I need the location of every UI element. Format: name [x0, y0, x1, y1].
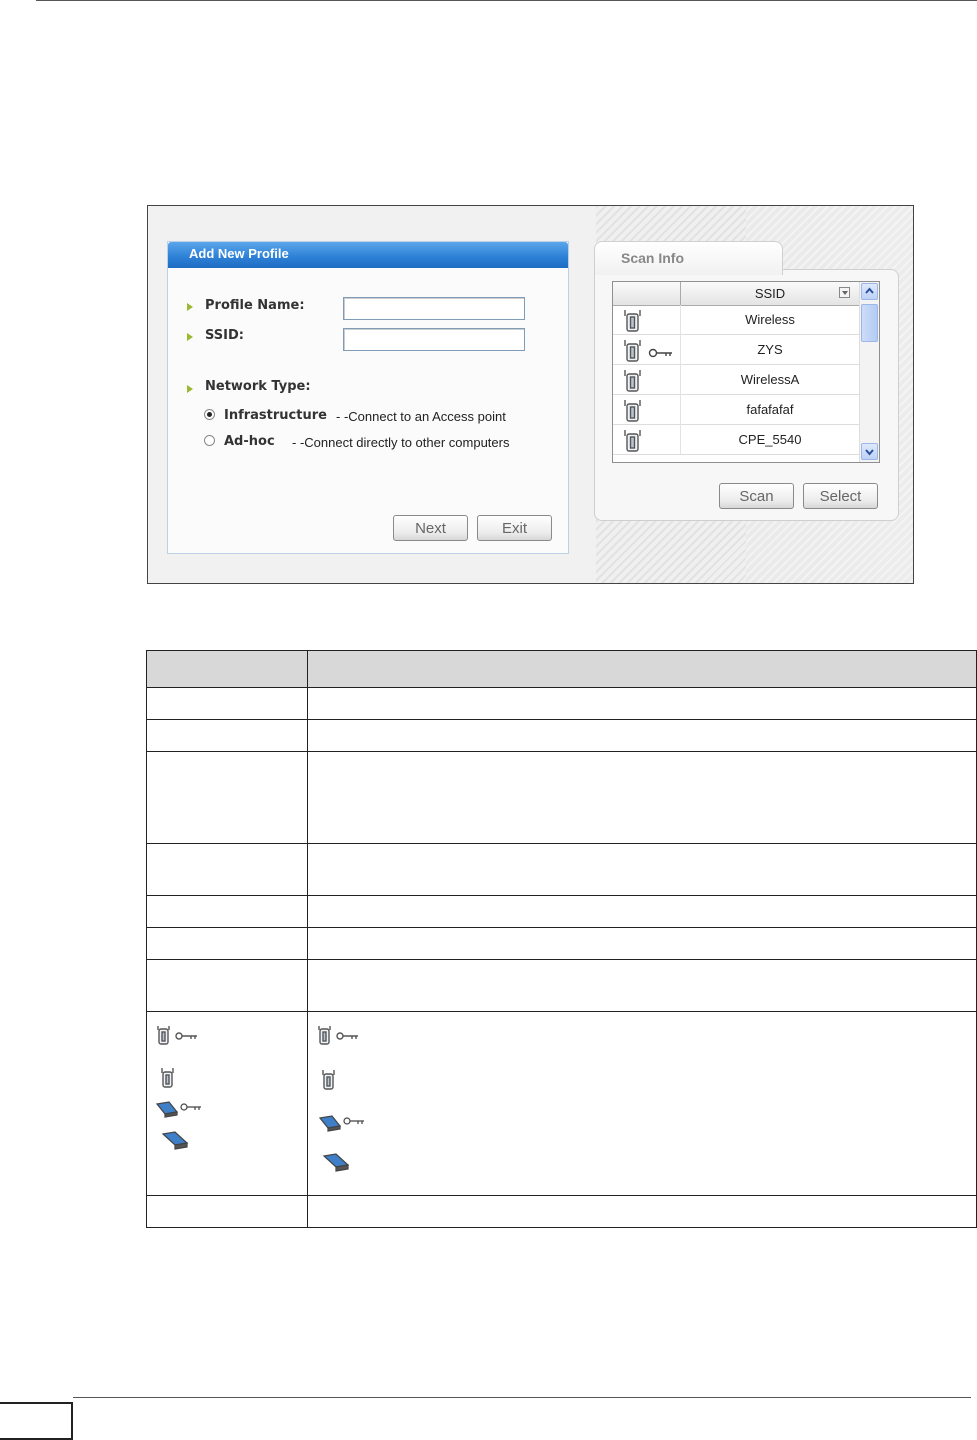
table-row-icons: [146, 1011, 977, 1196]
add-new-profile-panel: Add New Profile Profile Name: SSID: Netw…: [167, 241, 569, 554]
infrastructure-description: - -Connect to an Access point: [336, 409, 506, 424]
adhoc-label: Ad-hoc: [224, 434, 275, 449]
infrastructure-radio[interactable]: [204, 409, 215, 420]
ssid-list-item[interactable]: fafafafaf: [613, 395, 859, 425]
access-point-icon: [621, 368, 647, 398]
list-scrollbar[interactable]: [859, 282, 879, 462]
network-type-label: Network Type:: [205, 379, 311, 394]
encrypted-network-card-icon: [155, 1098, 205, 1122]
scroll-down-icon[interactable]: [861, 443, 878, 460]
network-card-icon: [161, 1128, 191, 1154]
bullet-arrow-icon: [187, 333, 193, 341]
profile-name-input[interactable]: [343, 297, 525, 320]
list-header: SSID: [613, 282, 859, 306]
wizard-screenshot: Add New Profile Profile Name: SSID: Netw…: [147, 205, 914, 584]
ssid-list[interactable]: SSID Wireless ZYS WirelessA fafafafaf CPE_55…: [612, 281, 880, 463]
table-header-row: [146, 650, 977, 688]
exit-button[interactable]: Exit: [477, 515, 552, 541]
ssid-list-item[interactable]: WirelessA: [613, 365, 859, 395]
scan-button[interactable]: Scan: [719, 483, 794, 509]
ssid-input[interactable]: [343, 328, 525, 351]
access-point-icon: [621, 398, 647, 428]
ssid-list-item[interactable]: ZYS: [613, 335, 859, 365]
access-point-icon: [621, 428, 647, 458]
infrastructure-label: Infrastructure: [224, 408, 327, 423]
next-button[interactable]: Next: [393, 515, 468, 541]
ssid-name: Wireless: [745, 312, 795, 327]
ssid-column-header[interactable]: SSID: [681, 286, 859, 301]
ssid-list-item[interactable]: Wireless: [613, 305, 859, 335]
table-row: [146, 927, 977, 960]
top-rule: [36, 0, 977, 1]
access-point-icon: [621, 308, 647, 338]
panel-header: Add New Profile: [168, 242, 568, 268]
bullet-arrow-icon: [187, 303, 193, 311]
table-row: [146, 843, 977, 896]
table-header-cell: [146, 650, 308, 688]
select-button[interactable]: Select: [803, 483, 878, 509]
table-row: [146, 687, 977, 720]
encrypted-access-point-icon: [316, 1024, 364, 1050]
ssid-name: CPE_5540: [738, 432, 802, 447]
table-header-cell: [307, 650, 977, 688]
profile-name-label: Profile Name:: [205, 298, 305, 313]
page-number-box: [0, 1402, 73, 1440]
scroll-thumb[interactable]: [861, 304, 878, 342]
ssid-name: ZYS: [757, 342, 783, 357]
ssid-name: fafafafaf: [746, 402, 794, 417]
table-row: [146, 1195, 977, 1228]
table-row: [146, 719, 977, 752]
table-row: [146, 959, 977, 1012]
access-point-icon: [159, 1066, 179, 1094]
bullet-arrow-icon: [187, 385, 193, 393]
key-icon: [648, 344, 674, 363]
adhoc-radio[interactable]: [204, 435, 215, 446]
ssid-name: WirelessA: [740, 372, 800, 387]
adhoc-description: - -Connect directly to other computers: [292, 435, 510, 450]
table-row: [146, 895, 977, 928]
access-point-icon: [621, 338, 647, 368]
access-point-icon: [320, 1068, 340, 1096]
encrypted-access-point-icon: [155, 1024, 203, 1050]
ssid-list-item[interactable]: CPE_5540: [613, 425, 859, 455]
network-card-icon: [322, 1150, 352, 1176]
panel-title: Add New Profile: [189, 246, 289, 261]
encrypted-network-card-icon: [318, 1112, 368, 1136]
tab-scan-info[interactable]: Scan Info: [594, 241, 783, 275]
scan-info-tab-label: Scan Info: [621, 250, 685, 266]
ssid-label: SSID:: [205, 328, 244, 343]
scroll-up-icon[interactable]: [861, 283, 878, 300]
table-row: [146, 751, 977, 844]
sort-dropdown-icon[interactable]: [839, 287, 850, 298]
field-description-table: [146, 650, 977, 1228]
footer-rule: [73, 1397, 971, 1398]
